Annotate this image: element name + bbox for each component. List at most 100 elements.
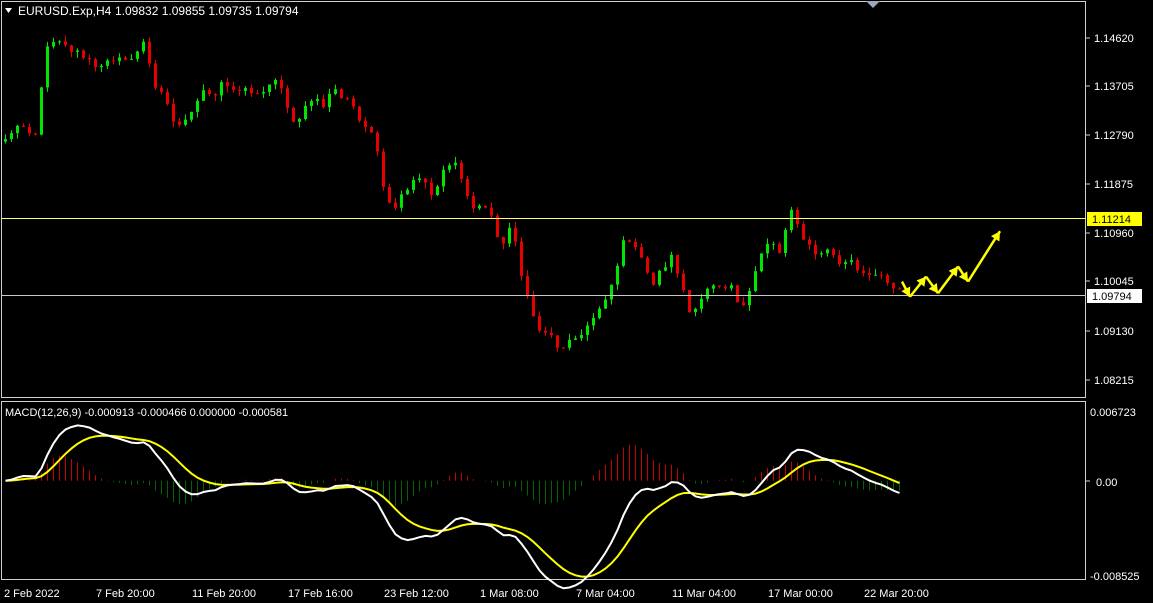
candle-body <box>694 308 697 313</box>
candle-body <box>130 58 133 60</box>
candle-body <box>262 92 265 94</box>
candle-body <box>334 89 337 94</box>
candle-body <box>574 338 577 340</box>
candle-body <box>742 302 745 306</box>
candle-body <box>898 288 901 290</box>
candle-body <box>838 255 841 265</box>
price-tick: 1.09130 <box>1094 326 1134 338</box>
candle-body <box>700 298 703 309</box>
candle-body <box>160 87 163 92</box>
candle-body <box>658 270 661 285</box>
candle-body <box>304 105 307 120</box>
time-tick: 23 Feb 12:00 <box>384 588 449 600</box>
candle-body <box>112 60 115 62</box>
candle-body <box>460 162 463 179</box>
candle-body <box>652 272 655 285</box>
candle-body <box>670 254 673 268</box>
candle-body <box>406 189 409 195</box>
candle-body <box>688 289 691 313</box>
trading-chart[interactable]: EURUSD.Exp,H4 1.09832 1.09855 1.09735 1.… <box>0 0 1153 603</box>
candle-body <box>448 165 451 170</box>
candle-body <box>634 241 637 248</box>
chart-header[interactable]: EURUSD.Exp,H4 1.09832 1.09855 1.09735 1.… <box>5 4 299 18</box>
macd-label: MACD(12,26,9) -0.000913 -0.000466 0.0000… <box>5 407 288 419</box>
candle-body <box>184 119 187 125</box>
candle-body <box>802 224 805 240</box>
price-tick: 1.11875 <box>1094 179 1133 191</box>
candle-body <box>466 178 469 197</box>
price-tick: 1.13705 <box>1094 81 1134 93</box>
candle-body <box>358 106 361 121</box>
candle-body <box>502 237 505 244</box>
time-tick: 22 Mar 20:00 <box>864 588 929 600</box>
candle-body <box>94 59 97 68</box>
candle-body <box>82 50 85 59</box>
time-tick: 11 Mar 04:00 <box>672 588 736 600</box>
candle-body <box>124 57 127 60</box>
candle-body <box>208 90 211 95</box>
candle-body <box>172 103 175 122</box>
time-tick: 17 Mar 00:00 <box>768 588 833 600</box>
candle-body <box>244 88 247 91</box>
candle-body <box>52 41 55 47</box>
candle-body <box>316 98 319 101</box>
time-tick: 7 Mar 04:00 <box>576 588 635 600</box>
candle-body <box>58 41 61 43</box>
candle-body <box>412 180 415 190</box>
candle-body <box>730 285 733 289</box>
candle-body <box>766 243 769 254</box>
candle-body <box>796 209 799 225</box>
candle-body <box>340 89 343 99</box>
candle-body <box>328 93 331 108</box>
candle-body <box>844 262 847 265</box>
candle-body <box>274 79 277 85</box>
candle-body <box>100 65 103 68</box>
candle-body <box>280 79 283 89</box>
candle-body <box>34 133 37 135</box>
candle-body <box>850 260 853 263</box>
candle-body <box>364 120 367 127</box>
ohlc-values: 1.09832 1.09855 1.09735 1.09794 <box>115 4 299 18</box>
time-tick: 7 Feb 20:00 <box>96 588 155 600</box>
candle-body <box>310 100 313 106</box>
candle-body <box>682 273 685 290</box>
candle-body <box>4 139 7 142</box>
candle-body <box>178 121 181 125</box>
candle-body <box>784 230 787 253</box>
candle-body <box>46 46 49 88</box>
candle-body <box>622 240 625 266</box>
time-tick: 11 Feb 20:00 <box>192 588 256 600</box>
candle-body <box>868 273 871 275</box>
candle-body <box>736 285 739 303</box>
candle-body <box>322 98 325 108</box>
candle-body <box>676 254 679 274</box>
candle-body <box>832 249 835 256</box>
candle-body <box>298 119 301 122</box>
candle-body <box>238 89 241 91</box>
candle-body <box>190 111 193 120</box>
candle-body <box>490 207 493 216</box>
candle-body <box>202 90 205 101</box>
price-tick: 1.14620 <box>1094 33 1134 45</box>
candle-body <box>196 100 199 112</box>
candle-body <box>478 205 481 209</box>
candle-body <box>628 240 631 242</box>
resistance-price-label: 1.11214 <box>1092 214 1131 226</box>
candle-body <box>454 162 457 166</box>
candle-body <box>718 285 721 287</box>
candle-body <box>724 286 727 289</box>
candle-body <box>394 202 397 208</box>
candle-body <box>76 50 79 52</box>
candle-body <box>892 282 895 289</box>
candle-body <box>616 265 619 285</box>
candle-body <box>220 82 223 96</box>
price-tick: 1.12790 <box>1094 130 1134 142</box>
symbol-timeframe: EURUSD.Exp,H4 <box>18 4 112 18</box>
current-price-label: 1.09794 <box>1092 291 1132 303</box>
candle-body <box>586 325 589 335</box>
candle-body <box>808 239 811 245</box>
macd-tick: 0.006723 <box>1090 407 1136 419</box>
candle-body <box>562 347 565 349</box>
candle-body <box>376 132 379 152</box>
candle-body <box>556 335 559 348</box>
